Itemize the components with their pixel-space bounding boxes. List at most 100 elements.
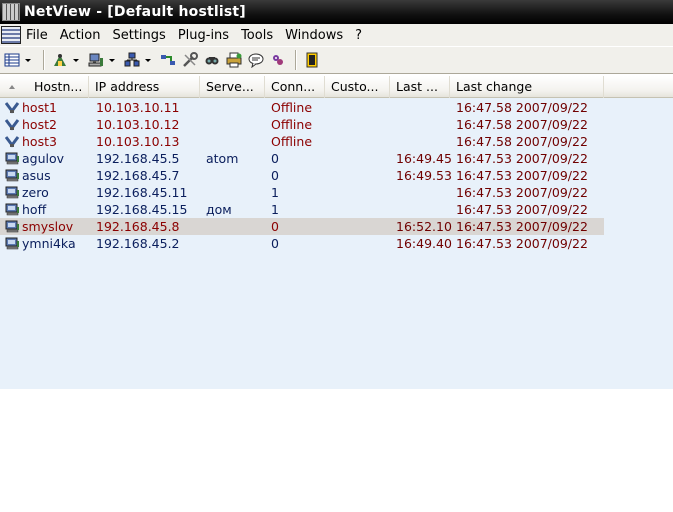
last-change-cell: 16:47.53 2007/09/22 <box>456 185 588 200</box>
host-name-cell: ymni4ka <box>22 236 76 251</box>
last-change-cell: 16:47.53 2007/09/22 <box>456 236 588 251</box>
last-seen-cell: 16:49.45 <box>396 151 452 166</box>
connections-cell: 0 <box>271 151 279 166</box>
table-row[interactable]: host3 10.103.10.13 Offline 16:47.58 2007/09… <box>0 133 604 150</box>
toolbar <box>0 46 673 74</box>
menu-tools[interactable]: Tools <box>239 28 280 43</box>
last-change-cell: 16:47.58 2007/09/22 <box>456 134 588 149</box>
hosts-icon[interactable] <box>122 50 142 70</box>
connect-icon[interactable] <box>158 50 178 70</box>
column-last-change[interactable]: Last change <box>450 76 604 98</box>
title-bar[interactable]: NetView - [Default hostlist] <box>0 0 673 24</box>
hosts-dropdown-arrow[interactable] <box>144 50 152 70</box>
computer-icon <box>5 237 19 250</box>
connections-cell: Offline <box>271 100 313 115</box>
table-row[interactable]: host1 10.103.10.11 Offline 16:47.58 2007/09… <box>0 99 604 116</box>
host-name-cell: hoff <box>22 202 47 217</box>
list-header: Hostn... IP address Serve... Conn... Cus… <box>0 76 673 98</box>
host-name-cell: asus <box>22 168 51 183</box>
last-change-cell: 16:47.53 2007/09/22 <box>456 219 588 234</box>
network-dropdown-arrow[interactable] <box>108 50 116 70</box>
last-seen-cell: 16:49.53 <box>396 168 452 183</box>
menu-plugins[interactable]: Plug-ins <box>176 28 236 43</box>
exit-icon[interactable] <box>302 50 322 70</box>
tools-icon[interactable] <box>180 50 200 70</box>
server-cell: atom <box>206 151 239 166</box>
ip-address-cell: 192.168.45.11 <box>96 185 188 200</box>
last-change-cell: 16:47.58 2007/09/22 <box>456 100 588 115</box>
host-name-cell: smyslov <box>22 219 74 234</box>
offline-host-icon <box>5 136 20 148</box>
host-name-cell: agulov <box>22 151 65 166</box>
last-seen-cell: 16:49.40 <box>396 236 452 251</box>
last-change-cell: 16:47.58 2007/09/22 <box>456 117 588 132</box>
toolbar-separator <box>295 50 297 70</box>
table-row[interactable]: hoff 192.168.45.15 дом 1 16:47.53 2007/09/22 <box>0 201 604 218</box>
connections-cell: Offline <box>271 134 313 149</box>
connections-cell: Offline <box>271 117 313 132</box>
ip-address-cell: 192.168.45.15 <box>96 202 188 217</box>
offline-host-icon <box>5 119 20 131</box>
computer-icon <box>5 169 19 182</box>
host-list-view[interactable]: Hostn... IP address Serve... Conn... Cus… <box>0 76 673 389</box>
host-name-cell: host1 <box>22 100 57 115</box>
scan-dropdown-arrow[interactable] <box>72 50 80 70</box>
computer-icon <box>5 152 19 165</box>
network-icon[interactable] <box>86 50 106 70</box>
host-name-cell: host2 <box>22 117 57 132</box>
connections-cell: 0 <box>271 236 279 251</box>
ip-address-cell: 192.168.45.7 <box>96 168 180 183</box>
table-row[interactable]: agulov 192.168.45.5 atom 0 16:49.45 16:47.53 … <box>0 150 604 167</box>
column-filler <box>604 76 673 98</box>
server-cell: дом <box>206 202 232 217</box>
connections-cell: 1 <box>271 185 279 200</box>
sort-ascending-icon <box>9 85 15 89</box>
view-icon[interactable] <box>2 50 22 70</box>
ip-address-cell: 10.103.10.11 <box>96 100 180 115</box>
column-ip-address[interactable]: IP address <box>89 76 200 98</box>
computer-icon <box>5 186 19 199</box>
column-hostname[interactable]: Hostn... <box>0 76 89 98</box>
table-row[interactable]: smyslov 192.168.45.8 0 16:52.10 16:47.53 200… <box>0 218 604 235</box>
table-row[interactable]: host2 10.103.10.12 Offline 16:47.58 2007/09… <box>0 116 604 133</box>
connections-cell: 0 <box>271 219 279 234</box>
menu-help[interactable]: ? <box>353 28 369 43</box>
scan-icon[interactable] <box>50 50 70 70</box>
plugin-icon[interactable] <box>268 50 288 70</box>
view-dropdown-arrow[interactable] <box>24 50 32 70</box>
table-row[interactable]: ymni4ka 192.168.45.2 0 16:49.40 16:47.53 200… <box>0 235 604 252</box>
ip-address-cell: 192.168.45.2 <box>96 236 180 251</box>
column-server[interactable]: Serve... <box>200 76 265 98</box>
computer-icon <box>5 220 19 233</box>
find-icon[interactable] <box>202 50 222 70</box>
menu-settings[interactable]: Settings <box>110 28 172 43</box>
last-seen-cell: 16:52.10 <box>396 219 452 234</box>
window-title: NetView - [Default hostlist] <box>24 4 246 20</box>
menu-windows[interactable]: Windows <box>283 28 350 43</box>
host-name-cell: zero <box>22 185 49 200</box>
column-custom[interactable]: Custo... <box>325 76 390 98</box>
table-row[interactable]: asus 192.168.45.7 0 16:49.53 16:47.53 2007/0… <box>0 167 604 184</box>
column-last[interactable]: Last ... <box>390 76 450 98</box>
computer-icon <box>5 203 19 216</box>
menu-action[interactable]: Action <box>58 28 108 43</box>
offline-host-icon <box>5 102 20 114</box>
ip-address-cell: 192.168.45.5 <box>96 151 180 166</box>
print-icon[interactable] <box>224 50 244 70</box>
table-row[interactable]: zero 192.168.45.11 1 16:47.53 2007/09/22 <box>0 184 604 201</box>
host-name-cell: host3 <box>22 134 57 149</box>
last-change-cell: 16:47.53 2007/09/22 <box>456 151 588 166</box>
chat-icon[interactable] <box>246 50 266 70</box>
last-change-cell: 16:47.53 2007/09/22 <box>456 168 588 183</box>
connections-cell: 1 <box>271 202 279 217</box>
connections-cell: 0 <box>271 168 279 183</box>
menu-bar: File Action Settings Plug-ins Tools Wind… <box>0 24 673 46</box>
ip-address-cell: 192.168.45.8 <box>96 219 180 234</box>
menu-file[interactable]: File <box>24 28 55 43</box>
toolbar-separator <box>43 50 45 70</box>
app-icon[interactable] <box>2 3 20 21</box>
system-menu-icon[interactable] <box>1 26 21 44</box>
ip-address-cell: 10.103.10.13 <box>96 134 180 149</box>
ip-address-cell: 10.103.10.12 <box>96 117 180 132</box>
column-connections[interactable]: Conn... <box>265 76 325 98</box>
